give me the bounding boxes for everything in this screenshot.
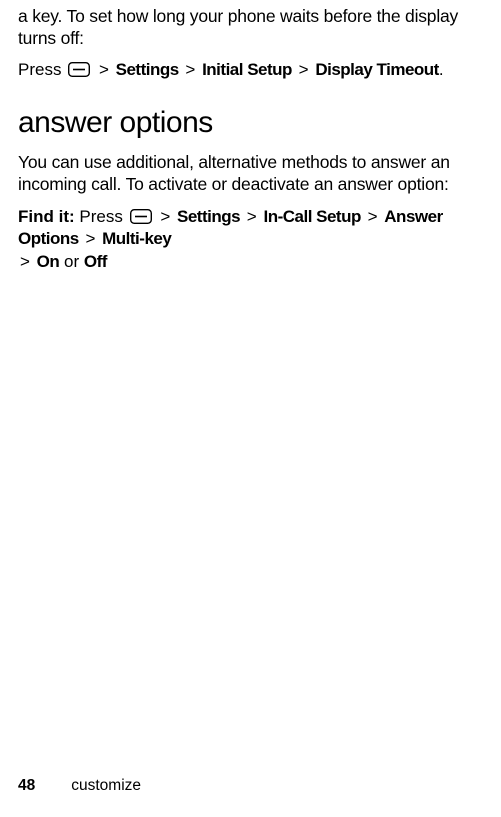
gt-separator: > xyxy=(83,229,97,248)
path-on: On xyxy=(37,252,60,271)
gt-separator: > xyxy=(366,207,380,226)
path-settings: Settings xyxy=(177,207,240,226)
path-incall-setup: In-Call Setup xyxy=(263,207,360,226)
press-word: Press xyxy=(18,60,61,79)
menu-key-icon xyxy=(130,209,152,224)
gt-separator: > xyxy=(18,252,32,271)
intro-continuation-text: a key. To set how long your phone waits … xyxy=(18,6,479,50)
page-footer: 48 customize xyxy=(18,777,141,795)
footer-section-name: customize xyxy=(71,777,141,795)
path-display-timeout: Display Timeout xyxy=(315,60,439,79)
gt-separator: > xyxy=(158,207,172,226)
menu-key-icon xyxy=(68,62,90,77)
press-path-1: Press > Settings > Initial Setup > Displ… xyxy=(18,60,479,80)
section-description: You can use additional, alternative meth… xyxy=(18,152,479,196)
gt-separator: > xyxy=(97,60,111,79)
gt-separator: > xyxy=(183,60,197,79)
gt-separator: > xyxy=(245,207,259,226)
period: . xyxy=(439,60,444,79)
gt-separator: > xyxy=(297,60,311,79)
find-it-label: Find it: xyxy=(18,207,75,226)
page-number: 48 xyxy=(18,777,35,795)
path-off: Off xyxy=(84,252,107,271)
section-heading: answer options xyxy=(18,106,479,140)
path-settings: Settings xyxy=(116,60,179,79)
find-it-path: Find it: Press > Settings > In-Call Setu… xyxy=(18,206,479,275)
path-initial-setup: Initial Setup xyxy=(202,60,292,79)
or-word: or xyxy=(64,252,79,271)
path-multi-key: Multi-key xyxy=(102,229,171,248)
press-word: Press xyxy=(79,207,122,226)
